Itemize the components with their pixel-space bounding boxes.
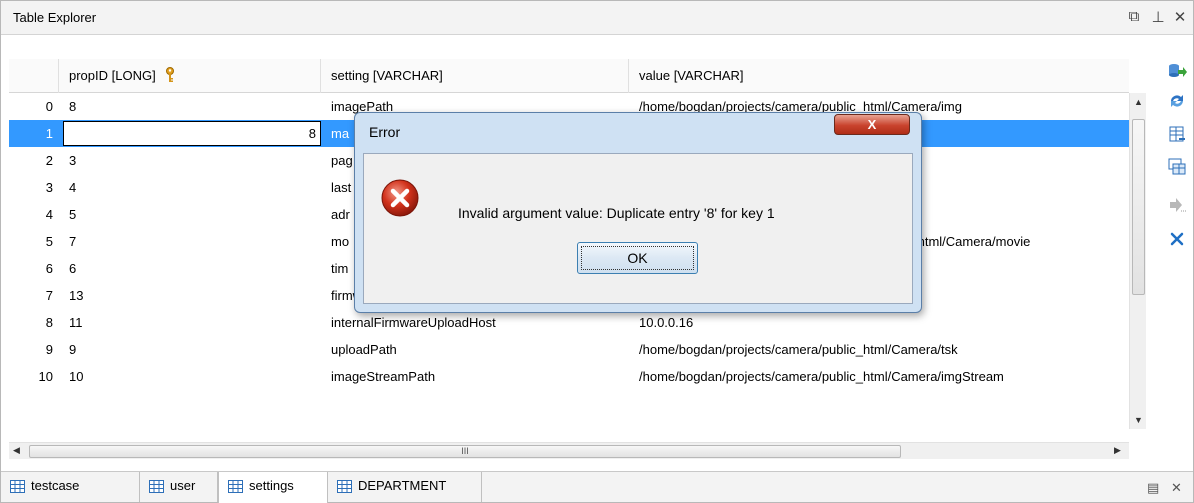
row-number: 8: [45, 315, 53, 330]
table-explorer-panel: Table Explorer ⧉ ⊥ ✕ propID [LONG] setti…: [0, 0, 1194, 503]
row-number: 0: [45, 99, 53, 114]
grid-header: propID [LONG] setting [VARCHAR] value [V…: [9, 59, 1129, 93]
tab-label: testcase: [31, 478, 80, 493]
table-icon: [228, 480, 243, 493]
delete-row-icon[interactable]: [1167, 229, 1187, 249]
vertical-scrollbar[interactable]: ▲ ▼: [1129, 93, 1146, 429]
row-number: 7: [45, 288, 53, 303]
row-number: 2: [45, 153, 53, 168]
scroll-up-icon[interactable]: ▲: [1134, 97, 1143, 107]
cell-value[interactable]: /home/bogdan/projects/camera/public_html…: [629, 363, 1129, 390]
refresh-icon[interactable]: [1167, 91, 1187, 111]
cell-propid[interactable]: 4: [59, 174, 321, 201]
cell-value[interactable]: 10.0.0.16: [629, 309, 1129, 336]
pin-icon[interactable]: ⊥: [1149, 8, 1167, 26]
focus-ring: [581, 246, 694, 270]
row-number-header: [9, 59, 59, 93]
menu-icon[interactable]: ▤: [1147, 480, 1159, 496]
table-tabs: testcase user settings DEPARTMENT ▤ ✕: [1, 471, 1193, 503]
tab-label: settings: [249, 478, 294, 493]
vertical-scroll-thumb[interactable]: [1132, 119, 1145, 295]
dialog-body: Invalid argument value: Duplicate entry …: [363, 153, 913, 304]
scroll-down-icon[interactable]: ▼: [1134, 415, 1143, 425]
cell-setting[interactable]: internalFirmwareUploadHost: [321, 309, 629, 336]
commit-icon[interactable]: [1167, 195, 1187, 215]
scroll-left-icon[interactable]: ◀: [13, 445, 20, 456]
primary-key-icon: [166, 66, 175, 82]
tab-department[interactable]: DEPARTMENT: [328, 472, 482, 502]
duplicate-row-icon[interactable]: [1167, 157, 1187, 177]
column-header-propid[interactable]: propID [LONG]: [59, 59, 321, 93]
tab-settings[interactable]: settings: [218, 472, 328, 503]
table-icon: [10, 480, 25, 493]
cell-setting[interactable]: imageStreamPath: [321, 363, 629, 390]
cell-value[interactable]: /home/bogdan/projects/camera/public_html…: [629, 336, 1129, 363]
cell-propid[interactable]: 11: [59, 309, 321, 336]
row-number: 10: [38, 369, 53, 384]
cell-propid[interactable]: 7: [59, 228, 321, 255]
column-header-value[interactable]: value [VARCHAR]: [629, 59, 1129, 93]
row-number: 3: [45, 180, 53, 195]
tab-label: DEPARTMENT: [358, 478, 447, 493]
dialog-title: Error: [369, 124, 401, 140]
column-header-label: setting [VARCHAR]: [331, 68, 443, 83]
export-icon[interactable]: [1167, 61, 1187, 81]
cell-propid[interactable]: 3: [59, 147, 321, 174]
row-number: 4: [45, 207, 53, 222]
column-header-label: propID [LONG]: [69, 68, 156, 83]
cell-propid[interactable]: 10: [59, 363, 321, 390]
panel-title: Table Explorer: [13, 10, 97, 25]
table-row[interactable]: 8 11 internalFirmwareUploadHost 10.0.0.1…: [9, 309, 1129, 336]
row-number: 5: [45, 234, 53, 249]
ok-button[interactable]: OK: [577, 242, 698, 274]
tab-user[interactable]: user: [140, 472, 218, 502]
table-icon: [149, 480, 164, 493]
cell-setting[interactable]: uploadPath: [321, 336, 629, 363]
column-header-setting[interactable]: setting [VARCHAR]: [321, 59, 629, 93]
table-row[interactable]: 9 9 uploadPath /home/bogdan/projects/cam…: [9, 336, 1129, 363]
cell-propid[interactable]: 13: [59, 282, 321, 309]
close-icon[interactable]: ✕: [1171, 480, 1182, 496]
cell-editor-propid[interactable]: 8: [63, 121, 321, 146]
scroll-right-icon[interactable]: ▶: [1114, 445, 1121, 456]
table-row-partial[interactable]: ⋯: [9, 390, 1129, 404]
horizontal-scrollbar[interactable]: ◀ III ▶: [9, 442, 1129, 459]
error-message: Invalid argument value: Duplicate entry …: [458, 205, 775, 221]
panel-titlebar: Table Explorer ⧉ ⊥ ✕: [1, 1, 1193, 35]
row-number: 6: [45, 261, 53, 276]
table-row[interactable]: 10 10 imageStreamPath /home/bogdan/proje…: [9, 363, 1129, 390]
cell-propid[interactable]: 9: [59, 336, 321, 363]
cell-propid[interactable]: 5: [59, 201, 321, 228]
horizontal-scroll-thumb[interactable]: III: [29, 445, 901, 458]
cell-propid[interactable]: 6: [59, 255, 321, 282]
cell-propid[interactable]: 8: [59, 93, 321, 120]
column-header-label: value [VARCHAR]: [639, 68, 744, 83]
row-number: ⋯: [9, 398, 59, 404]
close-icon[interactable]: ✕: [1171, 8, 1189, 26]
tab-label: user: [170, 478, 196, 493]
insert-row-icon[interactable]: [1167, 125, 1187, 145]
row-number: 1: [45, 126, 53, 141]
error-icon: [381, 179, 419, 217]
table-icon: [337, 480, 352, 493]
restore-icon[interactable]: ⧉: [1125, 8, 1143, 25]
row-number: 9: [45, 342, 53, 357]
scroll-grip: III: [461, 446, 469, 456]
tab-testcase[interactable]: testcase: [1, 472, 140, 502]
dialog-close-button[interactable]: X: [834, 114, 910, 135]
error-dialog: Error X Invalid argument value: Duplicat…: [354, 112, 922, 313]
cell-value[interactable]: ic_html/Camera/movie: [893, 228, 1129, 255]
